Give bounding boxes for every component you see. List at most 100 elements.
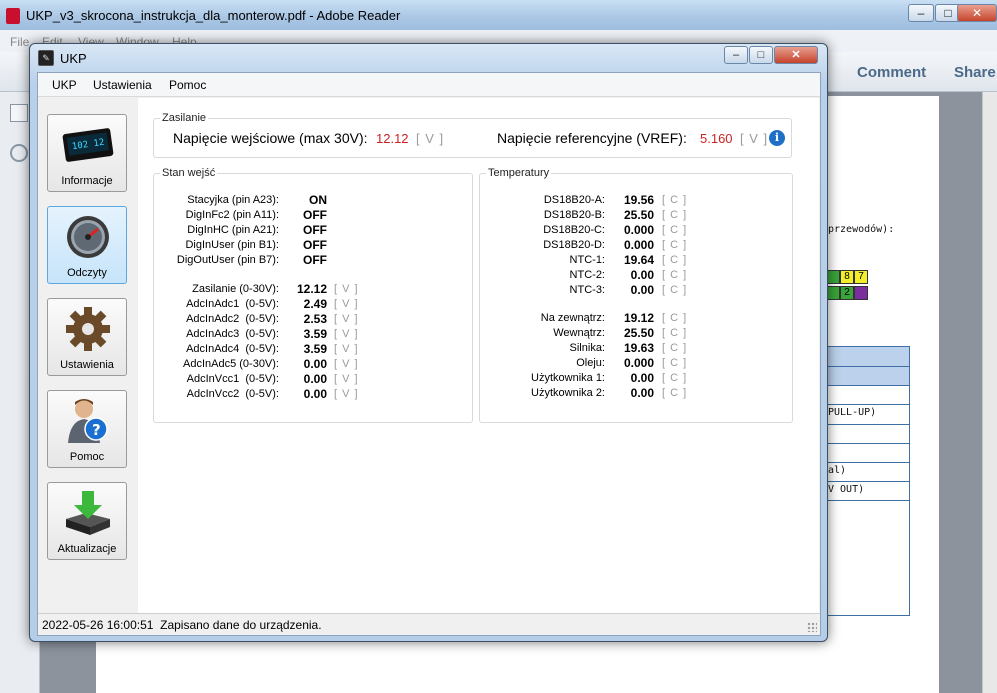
pages-icon[interactable] [10, 104, 28, 122]
analog-input-row-value: 12.12 [296, 282, 327, 296]
analog-input-row-value: 2.49 [303, 297, 327, 311]
digital-input-row-label: Stacyjka (pin A23): [187, 194, 279, 206]
ukp-maximize-button[interactable]: □ [749, 46, 773, 64]
inputs-group: Stan wejść Stacyjka (pin A23): ON DigInFc2… [153, 167, 473, 423]
help-person-icon: ? [68, 399, 108, 443]
input-voltage-value: 12.12 [376, 131, 409, 146]
analog-input-row-unit: [ V ] [334, 328, 359, 340]
named-temperature-row-unit: [ C ] [662, 312, 688, 324]
digital-input-row-label: DigOutUser (pin B7): [176, 254, 279, 266]
analog-input-row-value: 0.00 [303, 387, 327, 401]
supply-group: Zasilanie Napięcie wejściowe (max 30V): … [153, 112, 792, 158]
temperatures-group: Temperatury DS18B20-A: 19.56 [ C ] DS18B20-… [479, 167, 793, 423]
named-temperature-row-unit: [ C ] [662, 357, 688, 369]
menu-help[interactable]: Pomoc [169, 78, 206, 92]
side-nav: 102 12 Informacje Odczyty Ustawienia ? P… [38, 98, 136, 613]
nav-readings-button[interactable]: Odczyty [47, 206, 127, 284]
pdf-table-rowline [826, 462, 910, 463]
nav-help-label: Pomoc [69, 451, 105, 463]
nav-help-button[interactable]: ? Pomoc [47, 390, 127, 468]
nav-info-label: Informacje [61, 175, 113, 187]
ukp-app-icon: ✎ [38, 50, 54, 66]
temperature-sensor-row-value: 0.00 [630, 268, 654, 282]
reader-scrollbar[interactable] [982, 92, 997, 693]
named-temperature-row-value: 25.50 [623, 326, 654, 340]
nav-updates-button[interactable]: Aktualizacje [47, 482, 127, 560]
analog-input-row-label: AdcInAdc1 (0-5V): [186, 298, 279, 310]
temperature-sensor-row-label: DS18B20-B: [543, 209, 605, 221]
named-temperature-row-value: 0.00 [630, 386, 654, 400]
analog-input-row-label: AdcInAdc2 (0-5V): [186, 313, 279, 325]
named-temperature-row-value: 19.63 [623, 341, 654, 355]
digital-input-row-value: ON [309, 193, 327, 207]
temperature-sensor-row-label: NTC-3: [569, 284, 605, 296]
pdf-pin-cell [854, 286, 868, 300]
ukp-title: UKP [60, 51, 87, 66]
temperature-sensor-row-value: 0.000 [623, 238, 654, 252]
pdf-text-wires: przewodów): [828, 224, 895, 235]
pdf-pin-cell: 2 [840, 286, 854, 300]
analog-input-row-label: AdcInAdc5 (0-30V): [183, 358, 279, 370]
status-bar: 2022-05-26 16:00:51 Zapisano dane do urz… [38, 613, 820, 635]
ref-voltage-unit: [ V ] [740, 131, 769, 146]
temperature-sensor-row-label: NTC-1: [569, 254, 605, 266]
menu-settings[interactable]: Ustawienia [93, 78, 152, 92]
temperature-sensor-row-unit: [ C ] [662, 209, 688, 221]
named-temperature-row-unit: [ C ] [662, 387, 688, 399]
comment-button[interactable]: Comment [857, 64, 926, 81]
analog-input-row-value: 0.00 [303, 357, 327, 371]
pdf-text-al: al) [828, 465, 847, 476]
info-icon[interactable]: i [769, 130, 785, 146]
nav-updates-label: Aktualizacje [57, 543, 117, 555]
analog-input-row-unit: [ V ] [334, 358, 359, 370]
nav-settings-label: Ustawienia [60, 359, 114, 371]
reader-menu-file[interactable]: File [10, 35, 29, 49]
temperature-sensor-row-value: 19.56 [623, 193, 654, 207]
digital-input-row-label: DigInHC (pin A21): [187, 224, 279, 236]
pdf-pin-cell: 8 [840, 270, 854, 284]
named-temperature-row-label: Na zewnątrz: [540, 312, 605, 324]
analog-input-row-unit: [ V ] [334, 343, 359, 355]
share-button[interactable]: Share [954, 64, 996, 81]
download-icon [66, 491, 110, 535]
reader-minimize-button[interactable]: – [908, 4, 934, 22]
attachment-icon[interactable] [10, 144, 28, 162]
ukp-minimize-button[interactable]: – [724, 46, 748, 64]
analog-input-row-label: AdcInVcc2 (0-5V): [186, 388, 279, 400]
gear-icon [66, 307, 110, 351]
named-temperature-row-label: Użytkownika 1: [531, 372, 605, 384]
analog-input-row-value: 0.00 [303, 372, 327, 386]
analog-input-row-unit: [ V ] [334, 313, 359, 325]
named-temperature-row-label: Oleju: [576, 357, 605, 369]
nav-readings-label: Odczyty [67, 267, 107, 279]
analog-input-row-unit: [ V ] [334, 283, 359, 295]
temperature-sensor-row-label: DS18B20-C: [543, 224, 605, 236]
ukp-close-button[interactable]: ✕ [774, 46, 818, 64]
reader-close-button[interactable]: ✕ [957, 4, 997, 22]
analog-input-row-value: 2.53 [303, 312, 327, 326]
pdf-table-rowline [826, 443, 910, 444]
temperature-sensor-row-label: NTC-2: [569, 269, 605, 281]
pdf-pin-cell [826, 270, 840, 284]
analog-input-row-unit: [ V ] [334, 388, 359, 400]
ukp-titlebar[interactable]: ✎ UKP – □ ✕ [30, 44, 827, 72]
digital-input-row-value: OFF [303, 238, 327, 252]
gauge-icon [67, 216, 109, 258]
named-temperature-row-unit: [ C ] [662, 372, 688, 384]
named-temperature-row-value: 19.12 [623, 311, 654, 325]
analog-input-row-unit: [ V ] [334, 298, 359, 310]
pdf-table-rowline [826, 366, 910, 367]
status-timestamp: 2022-05-26 16:00:51 [42, 618, 154, 632]
input-voltage-unit: [ V ] [416, 131, 445, 146]
analog-input-row-label: Zasilanie (0-30V): [192, 283, 279, 295]
menu-ukp[interactable]: UKP [52, 78, 77, 92]
nav-info-button[interactable]: 102 12 Informacje [47, 114, 127, 192]
temperature-sensor-row-unit: [ C ] [662, 269, 688, 281]
named-temperature-row-unit: [ C ] [662, 342, 688, 354]
resize-grip[interactable] [807, 622, 817, 632]
nav-settings-button[interactable]: Ustawienia [47, 298, 127, 376]
pdf-pin-cell [826, 286, 840, 300]
temperature-sensor-row-unit: [ C ] [662, 254, 688, 266]
named-temperature-row-label: Użytkownika 2: [531, 387, 605, 399]
pdf-pin-cell: 7 [854, 270, 868, 284]
